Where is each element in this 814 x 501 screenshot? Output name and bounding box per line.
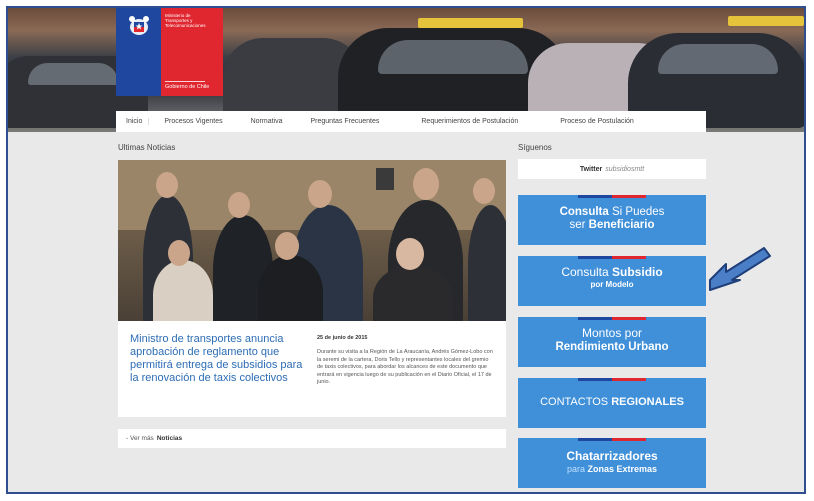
- ministry-name: Ministerio de Transportes y Telecomunica…: [165, 13, 206, 28]
- promo-text: ser: [569, 219, 589, 231]
- photo-head: [308, 180, 332, 208]
- promo-text: Si Puedes: [608, 206, 665, 218]
- photo-person: [153, 260, 213, 321]
- news-card: Ministro de transportes anuncia aprobaci…: [118, 321, 506, 417]
- promo-text: REGIONALES: [611, 396, 684, 408]
- news-date: 25 de junio de 2015: [317, 335, 368, 341]
- photo-person: [373, 265, 453, 321]
- more-news-link[interactable]: - Ver más Noticias: [118, 429, 506, 448]
- news-headline[interactable]: Ministro de transportes anuncia aprobaci…: [130, 333, 310, 385]
- page-frame: Ministerio de Transportes y Telecomunica…: [6, 6, 806, 494]
- promo-flag-stripe: [578, 378, 646, 381]
- promo-flag-stripe: [578, 256, 646, 259]
- consulta-beneficiario-button[interactable]: Consulta Si Puedes ser Beneficiario: [518, 195, 706, 245]
- government-logo[interactable]: Ministerio de Transportes y Telecomunica…: [116, 8, 223, 96]
- nav-item-preguntas-frecuentes[interactable]: Preguntas Frecuentes: [304, 118, 387, 125]
- nav-item-procesos-vigentes[interactable]: Procesos Vigentes: [157, 118, 229, 125]
- pointer-arrow-icon: [709, 247, 771, 291]
- news-summary: Durante su visita a la Región de La Arau…: [317, 349, 493, 385]
- promo-text: por Modelo: [590, 280, 634, 289]
- promo-flag-stripe: [578, 438, 646, 441]
- photo-head: [168, 240, 190, 266]
- contactos-regionales-button[interactable]: CONTACTOS REGIONALES: [518, 378, 706, 428]
- more-news-label: Noticias: [156, 435, 183, 442]
- promo-text: Beneficiario: [588, 219, 655, 231]
- coat-of-arms-icon: [128, 16, 149, 35]
- taxi-roof-sign: [418, 18, 523, 28]
- promo-text: Consulta: [561, 265, 613, 279]
- twitter-label: Twitter: [579, 165, 603, 173]
- photo-head: [473, 178, 495, 204]
- windshield: [28, 63, 118, 85]
- taxi-roof-sign: [728, 16, 804, 26]
- promo-flag-stripe: [578, 317, 646, 320]
- promo-text: Subsidio: [612, 265, 663, 279]
- nav-item-requerimientos[interactable]: Requerimientos de Postulación: [414, 118, 525, 125]
- follow-us-title: Síguenos: [518, 143, 552, 152]
- promo-text: Montos por: [581, 326, 643, 340]
- photo-frame: [376, 168, 394, 190]
- photo-head: [396, 238, 424, 270]
- promo-text: CONTACTOS: [540, 396, 612, 408]
- montos-rendimiento-button[interactable]: Montos por Rendimiento Urbano: [518, 317, 706, 367]
- twitter-handle: subsidiosmtt: [605, 165, 645, 173]
- promo-text: Rendimiento Urbano: [555, 341, 669, 353]
- logo-red-panel: Ministerio de Transportes y Telecomunica…: [161, 8, 223, 96]
- news-photo[interactable]: [118, 160, 506, 321]
- promo-text: para: [566, 464, 585, 474]
- news-section-title: Ultimas Noticias: [118, 143, 176, 152]
- government-name: Gobierno de Chile: [165, 84, 210, 90]
- photo-head: [413, 168, 439, 200]
- chatarrizadores-button[interactable]: Chatarrizadores para Zonas Extremas: [518, 438, 706, 488]
- photo-person: [468, 205, 506, 321]
- windshield: [658, 44, 778, 74]
- logo-blue-panel: [116, 8, 161, 96]
- nav-item-normativa[interactable]: Normativa: [244, 118, 290, 125]
- more-news-prefix: - Ver más: [126, 435, 154, 442]
- main-nav: Inicio Procesos Vigentes Normativa Pregu…: [116, 111, 706, 132]
- consulta-subsidio-modelo-button[interactable]: Consulta Subsidio por Modelo: [518, 256, 706, 306]
- promo-text: Zonas Extremas: [584, 464, 658, 474]
- nav-item-proceso-postulacion[interactable]: Proceso de Postulación: [553, 118, 641, 125]
- photo-head: [156, 172, 178, 198]
- photo-head: [228, 192, 250, 218]
- windshield: [378, 40, 528, 74]
- twitter-widget[interactable]: Twitter subsidiosmtt: [518, 159, 706, 179]
- promo-flag-stripe: [578, 195, 646, 198]
- nav-item-inicio[interactable]: Inicio: [119, 118, 150, 125]
- photo-head: [275, 232, 299, 260]
- promo-text: Chatarrizadores: [566, 449, 658, 463]
- logo-divider: [165, 81, 205, 82]
- promo-text: Consulta: [559, 206, 609, 218]
- photo-person: [258, 255, 323, 321]
